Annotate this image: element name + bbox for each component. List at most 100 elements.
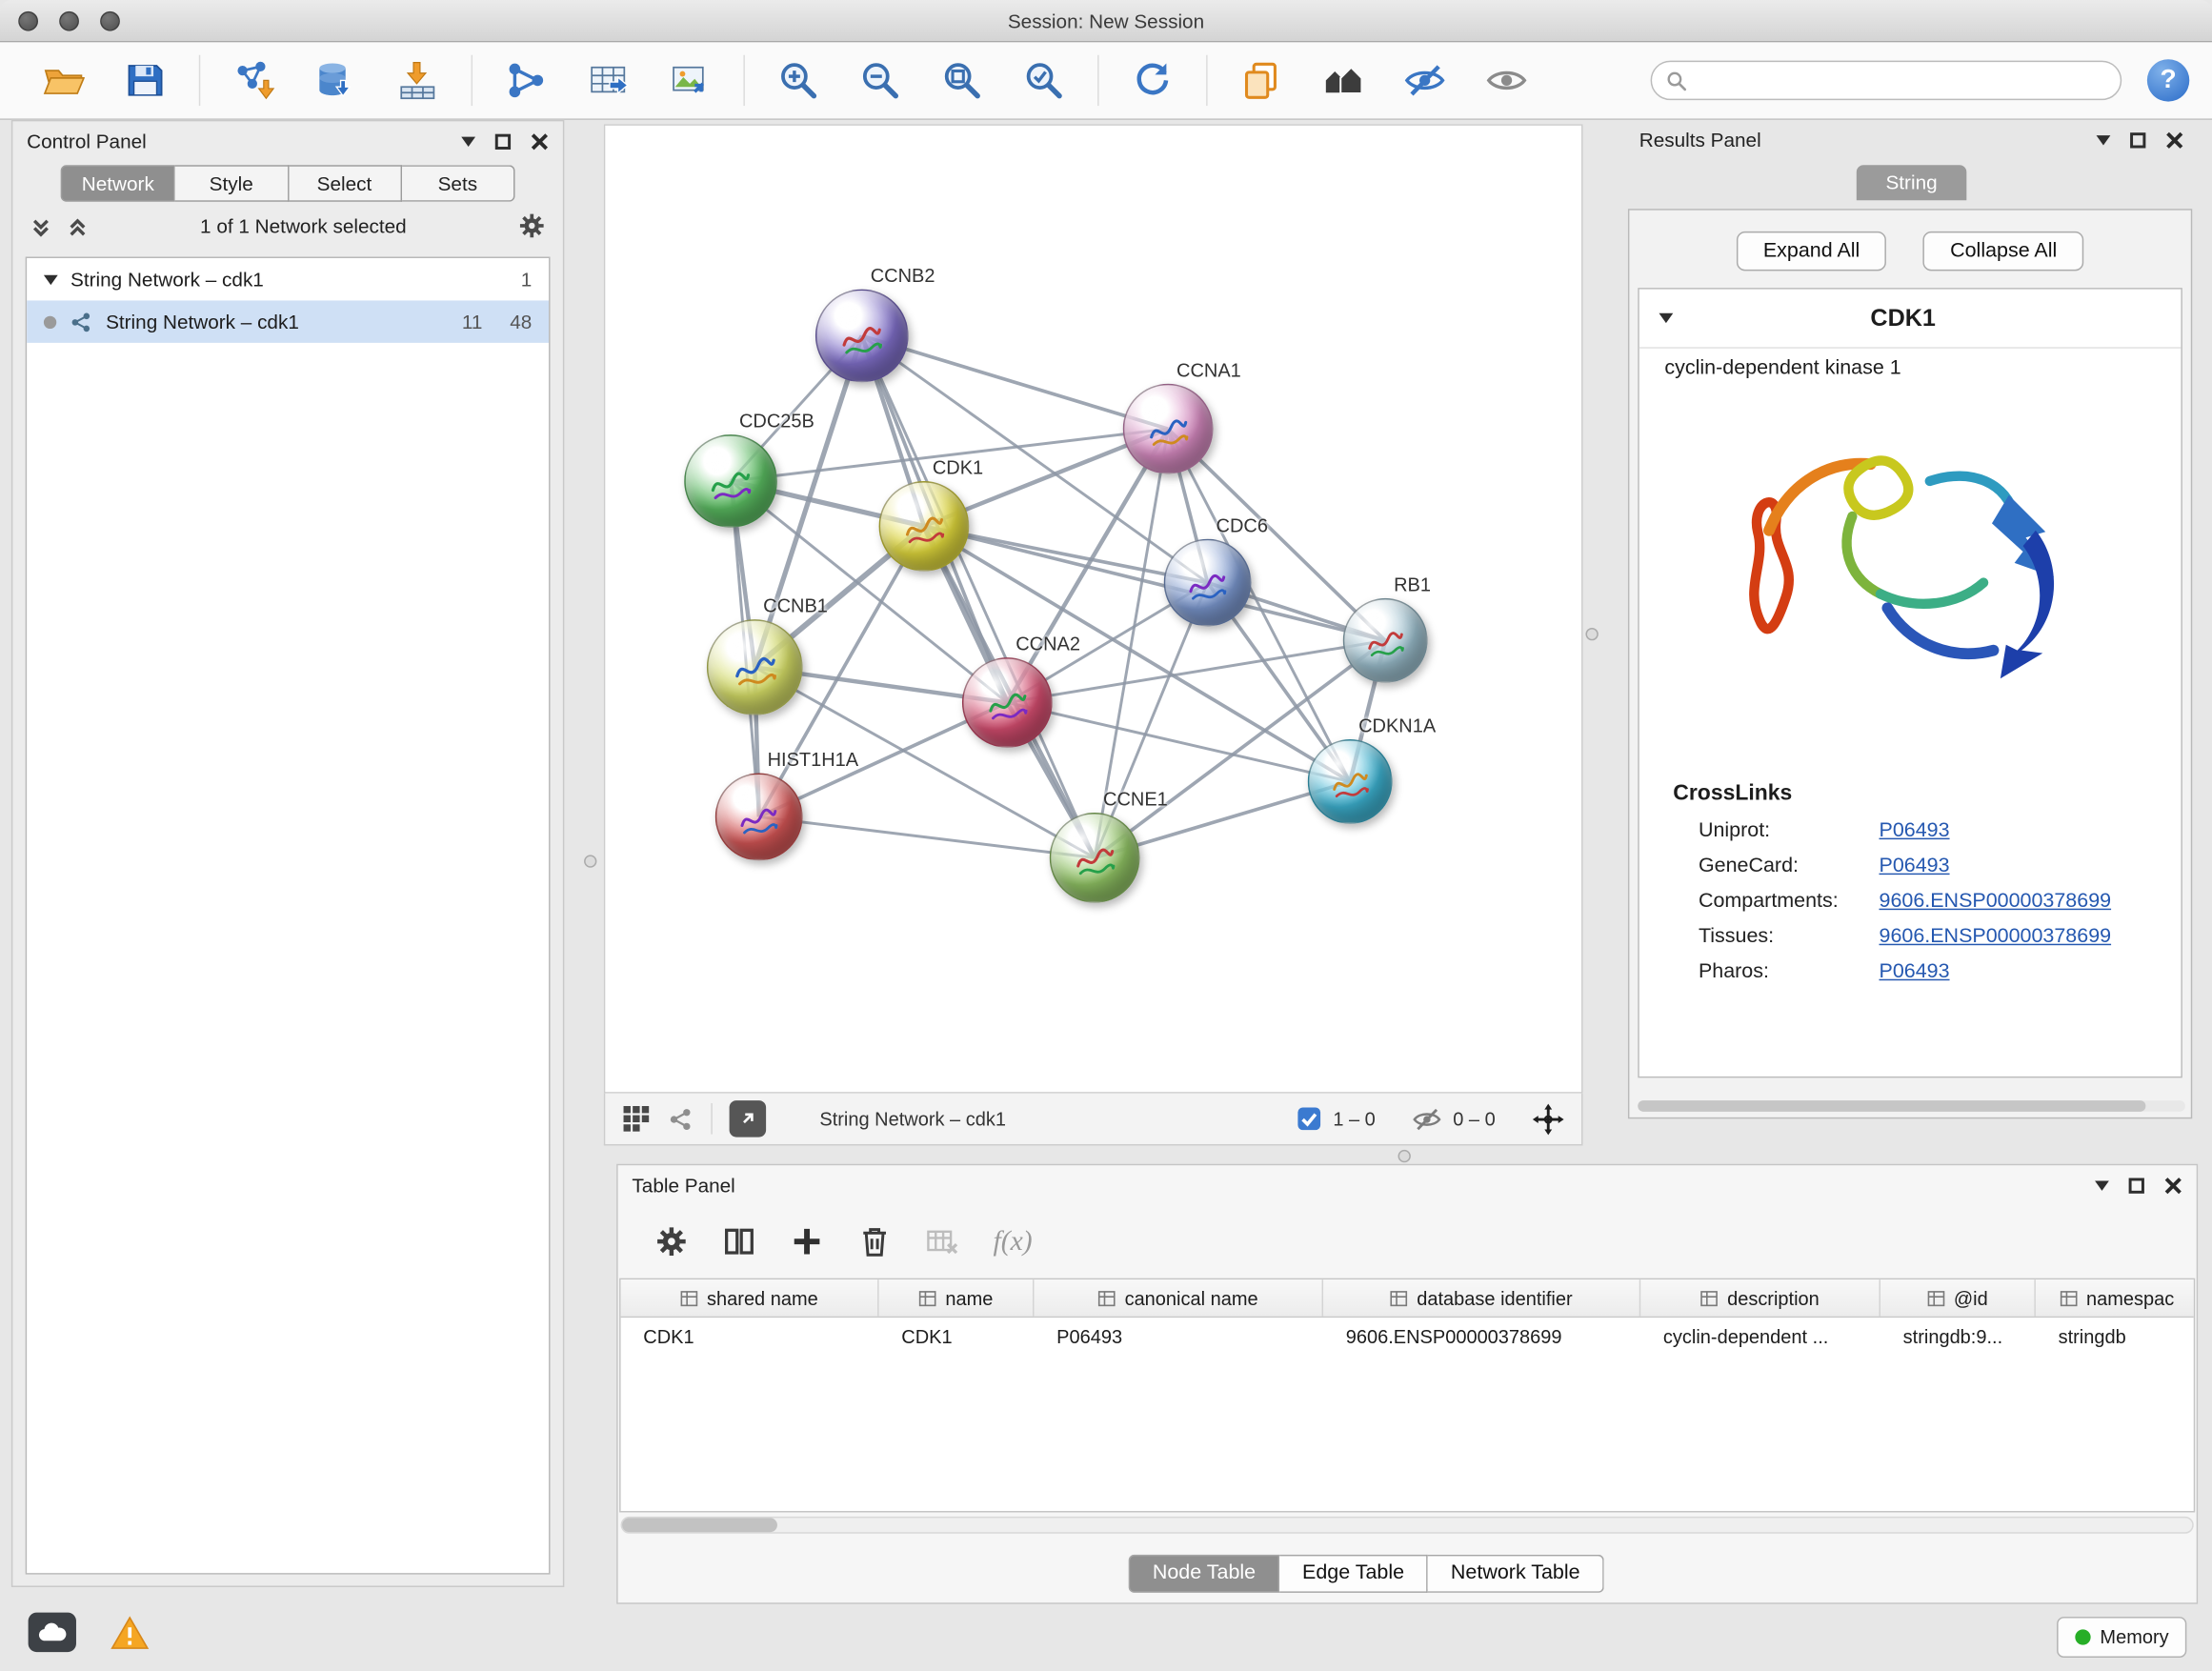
detach-view-button[interactable] — [730, 1100, 767, 1137]
minimize-window-button[interactable] — [59, 11, 79, 31]
gene-disclosure-icon[interactable] — [1659, 313, 1673, 323]
float-panel-icon[interactable] — [2129, 1178, 2144, 1193]
copy-style-button[interactable] — [1236, 55, 1286, 106]
network-node-hist1h1a[interactable] — [715, 774, 803, 861]
network-edge[interactable] — [1007, 702, 1350, 781]
collapse-all-networks-icon[interactable] — [30, 214, 52, 237]
network-node-ccne1[interactable] — [1050, 813, 1140, 903]
help-button[interactable]: ? — [2147, 59, 2189, 101]
delete-table-icon[interactable] — [925, 1224, 959, 1258]
import-network-database-button[interactable] — [311, 55, 361, 106]
table-horizontal-scrollbar[interactable] — [621, 1517, 2194, 1534]
tab-node-table[interactable]: Node Table — [1129, 1555, 1280, 1593]
network-view[interactable]: CCNB2CCNA1CDC25BCDK1CDC6RB1CCNB1CCNA2CDK… — [604, 124, 1583, 1093]
tab-network[interactable]: Network — [61, 165, 175, 202]
open-session-button[interactable] — [38, 55, 89, 106]
column-header[interactable]: name — [879, 1279, 1035, 1317]
tab-style[interactable]: Style — [175, 165, 289, 202]
hide-selected-button[interactable] — [1399, 55, 1450, 106]
network-node-ccna2[interactable] — [962, 657, 1053, 748]
import-table-file-button[interactable] — [392, 55, 443, 106]
warning-icon[interactable] — [111, 1616, 150, 1651]
apply-layout-button[interactable] — [1127, 55, 1177, 106]
delete-column-trash-icon[interactable] — [857, 1224, 892, 1258]
tab-network-table[interactable]: Network Table — [1428, 1555, 1604, 1593]
birds-eye-view-icon[interactable] — [622, 1105, 651, 1134]
expand-all-networks-icon[interactable] — [67, 214, 90, 237]
cloud-sync-button[interactable] — [29, 1613, 76, 1652]
selected-elements-checkbox-icon[interactable] — [1297, 1106, 1322, 1132]
splitter-handle[interactable] — [1585, 628, 1598, 640]
show-all-button[interactable] — [1481, 55, 1532, 106]
splitter-handle[interactable] — [584, 855, 596, 867]
tab-edge-table[interactable]: Edge Table — [1279, 1555, 1428, 1593]
fit-content-crosshair-icon[interactable] — [1532, 1102, 1564, 1135]
network-node-cdc6[interactable] — [1164, 539, 1252, 627]
zoom-selected-button[interactable] — [1018, 55, 1069, 106]
splitter-handle[interactable] — [1398, 1150, 1411, 1162]
home-button[interactable] — [1317, 55, 1368, 106]
zoom-out-button[interactable] — [855, 55, 905, 106]
gene-section-header[interactable]: CDK1 — [1639, 290, 2182, 349]
table-cell[interactable]: 9606.ENSP00000378699 — [1323, 1318, 1640, 1356]
network-node-ccnb1[interactable] — [707, 619, 803, 715]
tab-string[interactable]: String — [1857, 165, 1967, 200]
table-cell[interactable]: CDK1 — [621, 1318, 879, 1356]
column-header[interactable]: shared name — [621, 1279, 879, 1317]
scrollbar-thumb[interactable] — [1638, 1100, 2145, 1112]
tissues-link[interactable]: 9606.ENSP00000378699 — [1880, 925, 2112, 948]
network-node-rb1[interactable] — [1343, 598, 1428, 683]
table-cell[interactable]: P06493 — [1034, 1318, 1323, 1356]
new-table-button[interactable] — [583, 55, 633, 106]
float-panel-icon[interactable] — [2130, 131, 2145, 147]
hidden-elements-eye-icon[interactable] — [1412, 1104, 1441, 1134]
table-cell[interactable]: stringdb — [2036, 1318, 2195, 1356]
close-panel-icon[interactable] — [531, 131, 549, 150]
panel-menu-icon[interactable] — [461, 136, 475, 146]
panel-menu-icon[interactable] — [2095, 1180, 2109, 1190]
float-panel-icon[interactable] — [495, 133, 511, 149]
tab-select[interactable]: Select — [289, 165, 402, 202]
collapse-all-button[interactable]: Collapse All — [1923, 232, 2083, 271]
network-node-cdkn1a[interactable] — [1308, 739, 1393, 824]
compartments-link[interactable]: 9606.ENSP00000378699 — [1880, 890, 2112, 913]
scrollbar-thumb[interactable] — [622, 1518, 777, 1532]
column-header[interactable]: canonical name — [1034, 1279, 1323, 1317]
column-header[interactable]: database identifier — [1323, 1279, 1640, 1317]
save-session-button[interactable] — [120, 55, 171, 106]
collection-disclosure-icon[interactable] — [44, 274, 58, 284]
close-panel-icon[interactable] — [2165, 131, 2183, 149]
import-network-file-button[interactable] — [229, 55, 279, 106]
maximize-window-button[interactable] — [100, 11, 120, 31]
export-image-button[interactable] — [664, 55, 714, 106]
column-header[interactable]: description — [1640, 1279, 1880, 1317]
close-panel-icon[interactable] — [2164, 1176, 2182, 1194]
network-options-gear-icon[interactable] — [517, 211, 546, 240]
network-edge[interactable] — [759, 816, 1095, 857]
search-input[interactable] — [1697, 70, 2105, 91]
add-column-plus-icon[interactable] — [790, 1224, 824, 1258]
network-node-cdc25b[interactable] — [684, 434, 777, 528]
panel-menu-icon[interactable] — [2097, 134, 2111, 144]
tab-sets[interactable]: Sets — [402, 165, 515, 202]
network-overview-icon[interactable] — [667, 1105, 694, 1132]
table-cell[interactable]: cyclin-dependent ... — [1640, 1318, 1880, 1356]
memory-button[interactable]: Memory — [2057, 1617, 2186, 1658]
network-node-ccna1[interactable] — [1123, 384, 1214, 474]
column-header[interactable]: @id — [1880, 1279, 2036, 1317]
close-window-button[interactable] — [18, 11, 38, 31]
table-options-gear-icon[interactable] — [654, 1224, 689, 1258]
genecard-link[interactable]: P06493 — [1880, 855, 1950, 877]
expand-all-button[interactable]: Expand All — [1737, 232, 1887, 271]
function-builder-fx-icon[interactable]: f(x) — [994, 1225, 1033, 1258]
network-node-cdk1[interactable] — [879, 481, 970, 572]
search-box[interactable] — [1651, 61, 2122, 100]
network-edge[interactable] — [862, 335, 1095, 857]
new-network-button[interactable] — [501, 55, 552, 106]
pharos-link[interactable]: P06493 — [1880, 960, 1950, 983]
table-cell[interactable]: CDK1 — [879, 1318, 1035, 1356]
network-node-ccnb2[interactable] — [815, 290, 909, 383]
network-row[interactable]: String Network – cdk1 11 48 — [27, 300, 549, 342]
results-horizontal-scrollbar[interactable] — [1638, 1100, 2185, 1112]
show-columns-icon[interactable] — [722, 1224, 756, 1258]
